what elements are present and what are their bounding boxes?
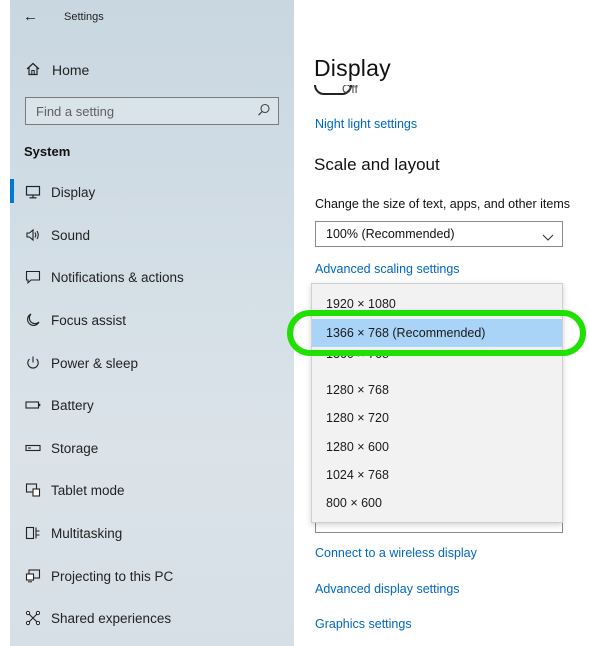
sidebar-item-label: Notifications & actions: [51, 270, 184, 285]
scale-selected-value: 100% (Recommended): [326, 227, 455, 241]
sidebar-item-battery[interactable]: Battery: [10, 388, 294, 424]
toggle-state-label: Off: [342, 85, 358, 96]
resolution-option[interactable]: 1280 × 600: [312, 433, 562, 461]
resolution-option[interactable]: 1280 × 768: [312, 376, 562, 404]
title-bar: ← Settings: [10, 0, 294, 38]
sidebar-item-label: Tablet mode: [51, 483, 125, 498]
sidebar-item-label: Shared experiences: [51, 611, 172, 626]
resolution-option[interactable]: 1360 × 768: [312, 353, 562, 363]
sidebar-item-label: Storage: [51, 441, 99, 456]
section-title: System: [24, 144, 71, 159]
monitor-icon: [24, 183, 42, 201]
sidebar-item-shared-experiences[interactable]: Shared experiences: [10, 601, 294, 637]
sidebar-item-notifications[interactable]: Notifications & actions: [10, 260, 294, 296]
resolution-dropdown: 1920 × 1080 1366 × 768 (Recommended) 136…: [311, 283, 563, 523]
sidebar-item-label: Battery: [51, 398, 94, 413]
resolution-option[interactable]: 1920 × 1080: [312, 290, 562, 318]
wireless-display-link[interactable]: Connect to a wireless display: [315, 546, 477, 560]
search-input[interactable]: [26, 98, 246, 124]
night-light-settings-link[interactable]: Night light settings: [315, 117, 417, 131]
search-box[interactable]: [25, 97, 279, 125]
sidebar-item-projecting[interactable]: Projecting to this PC: [10, 559, 294, 595]
sidebar-item-display[interactable]: Display: [10, 175, 294, 211]
home-icon: [26, 62, 40, 79]
back-arrow-icon[interactable]: ←: [23, 8, 38, 25]
sidebar-item-focus-assist[interactable]: Focus assist: [10, 303, 294, 339]
power-icon: [24, 354, 42, 372]
multitasking-icon: [24, 524, 42, 542]
sidebar-item-tablet-mode[interactable]: Tablet mode: [10, 473, 294, 509]
home-label: Home: [52, 62, 90, 78]
resolution-option-selected[interactable]: 1366 × 768 (Recommended): [312, 319, 562, 347]
sidebar-item-label: Focus assist: [51, 313, 127, 328]
content-pane: Display Off Night light settings Scale a…: [294, 0, 589, 646]
page-title: Display: [314, 55, 391, 81]
advanced-scaling-link[interactable]: Advanced scaling settings: [315, 262, 460, 276]
sidebar-item-label: Projecting to this PC: [51, 569, 174, 584]
search-icon[interactable]: [255, 101, 273, 119]
sidebar-item-label: Power & sleep: [51, 356, 139, 371]
advanced-display-link[interactable]: Advanced display settings: [315, 582, 460, 596]
active-indicator: [10, 179, 14, 203]
home-nav-item[interactable]: Home: [10, 56, 294, 84]
scale-layout-heading: Scale and layout: [314, 155, 440, 174]
sidebar-item-label: Display: [51, 185, 96, 200]
sidebar-item-storage[interactable]: Storage: [10, 431, 294, 467]
notification-icon: [24, 268, 42, 286]
tablet-icon: [24, 481, 42, 499]
resolution-option[interactable]: 800 × 600: [312, 489, 562, 517]
sidebar-item-power-sleep[interactable]: Power & sleep: [10, 346, 294, 382]
projector-icon: [24, 567, 42, 585]
resolution-option[interactable]: 1280 × 720: [312, 404, 562, 432]
scale-description: Change the size of text, apps, and other…: [315, 197, 571, 211]
scale-select[interactable]: 100% (Recommended): [315, 221, 563, 247]
sidebar-item-sound[interactable]: Sound: [10, 218, 294, 254]
sidebar: ← Settings Home System Display Sound Not…: [10, 0, 294, 646]
resolution-option[interactable]: 1024 × 768: [312, 461, 562, 489]
sidebar-item-label: Sound: [51, 228, 91, 243]
battery-icon: [24, 396, 42, 414]
sidebar-item-multitasking[interactable]: Multitasking: [10, 516, 294, 552]
speaker-icon: [24, 226, 42, 244]
sidebar-item-label: Multitasking: [51, 526, 123, 541]
storage-icon: [24, 439, 42, 457]
moon-icon: [24, 311, 42, 329]
app-title: Settings: [64, 11, 104, 23]
graphics-settings-link[interactable]: Graphics settings: [315, 617, 412, 631]
chevron-down-icon: [542, 229, 554, 241]
shared-icon: [24, 609, 42, 627]
